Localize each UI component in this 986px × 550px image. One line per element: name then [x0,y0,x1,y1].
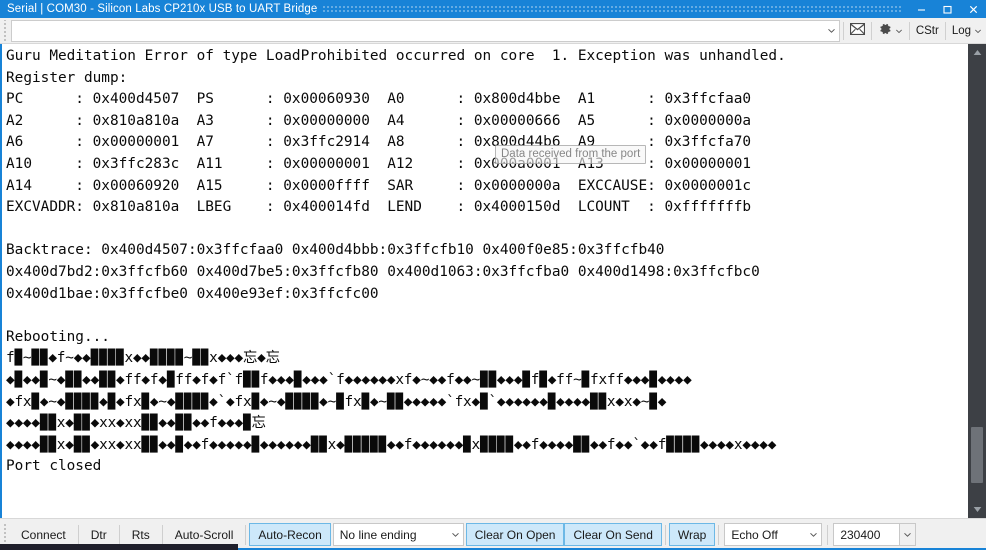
toolbar-separator [944,21,946,40]
toolbar-drag-handle[interactable] [1,19,10,42]
rts-button[interactable]: Rts [123,523,159,546]
close-button[interactable] [960,0,986,18]
terminal-text: Guru Meditation Error of type LoadProhib… [6,46,968,478]
scrollbar-track[interactable] [968,61,986,501]
terminal-line: A6 : 0x00000001 A7 : 0x3ffc2914 A8 : 0x8… [6,134,752,151]
terminal-line-garbled: ◆▉◆◆▉~◆▉▉◆◆▉▉◆ff◆f◆▉ff◆f◆f`f▉▉f◆◆◆▉◆◆◆`f… [6,371,692,388]
send-history-chevron-down-icon[interactable] [824,21,839,41]
terminal-line-garbled: ◆fx▉◆~◆▉▉▉▉◆▉◆fx▉◆~◆▉▉▉▉◆`◆fx▉◆~◆▉▉▉▉◆~▉… [6,393,667,410]
bottom-separator [827,524,829,545]
line-ending-select[interactable]: No line ending [332,523,464,546]
dtr-button[interactable]: Dtr [82,523,116,546]
echo-value: Echo Off [731,527,778,542]
settings-chevron-down-icon[interactable] [895,27,903,35]
terminal-line: A2 : 0x810a810a A3 : 0x00000000 A4 : 0x0… [6,112,752,129]
line-ending-value: No line ending [339,527,417,542]
terminal-output[interactable]: Guru Meditation Error of type LoadProhib… [2,44,968,518]
bottom-separator [118,524,120,545]
scroll-down-button[interactable] [968,501,986,518]
bottom-separator [664,524,666,545]
baud-rate-value: 230400 [840,527,881,542]
clear-on-send-button[interactable]: Clear On Send [564,523,662,546]
bottom-separator [245,524,247,545]
log-button-label: Log [951,24,971,37]
log-button[interactable]: Log [948,20,986,42]
vertical-scrollbar[interactable] [968,44,986,518]
baud-rate-select[interactable]: 230400 [833,523,917,546]
bottom-toolbar-drag-handle[interactable] [2,523,10,546]
top-toolbar: CStr Log [0,18,986,44]
echo-chevron-down-icon[interactable] [805,524,821,545]
line-ending-chevron-down-icon[interactable] [447,524,463,545]
bottom-separator [718,524,720,545]
terminal-area: Guru Meditation Error of type LoadProhib… [0,44,986,518]
terminal-line-garbled: f▉~▉▉◆f~◆◆▉▉▉▉x◆◆▉▉▉▉~▉▉x◆◆◆忘◆忘 [6,350,280,367]
terminal-line: EXCVADDR: 0x810a810a LBEG : 0x400014fd L… [6,199,752,216]
terminal-line: Guru Meditation Error of type LoadProhib… [6,48,786,64]
terminal-line: 0x400d1bae:0x3ffcfbe0 0x400e93ef:0x3ffcf… [6,285,379,302]
window-controls [908,0,986,18]
wrap-button[interactable]: Wrap [668,523,716,546]
scrollbar-thumb[interactable] [971,427,983,483]
clear-on-open-button[interactable]: Clear On Open [465,523,565,546]
settings-button[interactable] [874,20,907,42]
minimize-button[interactable] [908,0,934,18]
terminal-line-port-closed: Port closed [6,458,102,475]
terminal-line: A10 : 0x3ffc283c A11 : 0x00000001 A12 : … [6,155,752,172]
bottom-separator [77,524,79,545]
send-combobox[interactable] [11,19,840,42]
send-input[interactable] [12,20,824,41]
terminal-line: Rebooting... [6,328,110,345]
envelope-icon [849,22,865,38]
auto-reconnect-button[interactable]: Auto-Recon [249,523,331,546]
serial-monitor-window: Serial | COM30 - Silicon Labs CP210x USB… [0,0,986,550]
toolbar-separator [908,21,910,40]
connect-button[interactable]: Connect [12,523,75,546]
auto-scroll-button[interactable]: Auto-Scroll [166,523,243,546]
terminal-line-garbled: ◆◆◆◆▉▉x◆▉▉◆xx◆xx▉▉◆◆▉▉◆◆f◆◆◆▉忘 [6,415,266,432]
taskbar-edge [0,544,238,550]
toolbar-separator [870,21,872,40]
echo-select[interactable]: Echo Off [724,523,823,546]
baud-rate-chevron-down-icon[interactable] [899,524,916,545]
terminal-line: PC : 0x400d4507 PS : 0x00060930 A0 : 0x8… [6,91,752,108]
log-chevron-down-icon[interactable] [974,27,982,35]
terminal-line: Register dump: [6,69,128,86]
terminal-line-garbled: ◆◆◆◆▉▉x◆▉▉◆xx◆xx▉▉◆◆▉◆◆f◆◆◆◆◆▉◆◆◆◆◆◆▉▉x◆… [6,436,777,453]
cstr-button[interactable]: CStr [912,20,943,42]
maximize-button[interactable] [934,0,960,18]
terminal-line: Backtrace: 0x400d4507:0x3ffcfaa0 0x400d4… [6,242,665,259]
title-bar-drag-area[interactable] [323,4,902,14]
send-button[interactable] [846,20,869,42]
gear-icon [878,22,892,39]
terminal-line: 0x400d7bd2:0x3ffcfb60 0x400d7be5:0x3ffcf… [6,263,760,280]
scroll-up-button[interactable] [968,44,986,61]
window-title: Serial | COM30 - Silicon Labs CP210x USB… [7,3,318,15]
terminal-line: A14 : 0x00060920 A15 : 0x0000ffff SAR : … [6,177,752,194]
toolbar-separator [842,21,844,40]
title-bar: Serial | COM30 - Silicon Labs CP210x USB… [0,0,986,18]
bottom-separator [161,524,163,545]
